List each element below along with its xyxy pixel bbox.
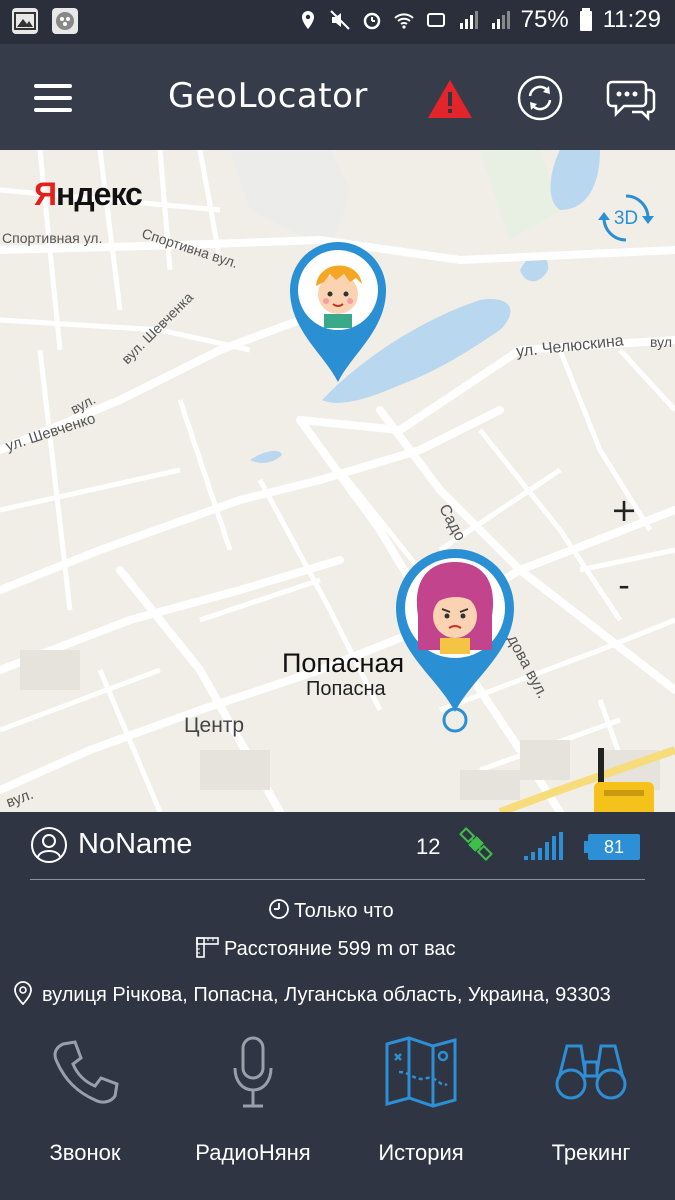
distance-text: Расстояние 599 m от вас — [224, 938, 456, 960]
town-label-ua: Попасна — [306, 678, 386, 700]
chat-icon[interactable] — [606, 74, 656, 122]
device-panel: NoName 12 81 Только что Расстояние 599 m… — [0, 812, 675, 1200]
battery-icon — [579, 8, 592, 31]
history-button[interactable]: История — [336, 1032, 506, 1182]
satellite-icon — [459, 827, 493, 861]
call-button[interactable]: Звонок — [0, 1032, 170, 1182]
street-label-sportivnaya: Спортивная ул. — [2, 230, 103, 246]
alert-icon[interactable] — [426, 78, 474, 120]
ruler-icon — [196, 937, 219, 958]
tracking-label: Трекинг — [551, 1140, 631, 1165]
binoculars-icon — [555, 1044, 627, 1100]
radio-nanny-label: РадиоНяня — [195, 1140, 311, 1165]
alarm-icon — [363, 12, 380, 30]
boy-avatar-pin[interactable] — [284, 234, 392, 384]
zoom-controls: + - — [592, 472, 656, 622]
last-seen-row: Только что — [268, 898, 394, 923]
zoom-out-button[interactable]: - — [592, 547, 656, 622]
status-bar: 75% 11:29 — [0, 0, 675, 44]
battery-level: 81 — [588, 834, 640, 860]
app-bar: GeoLocator — [0, 44, 675, 150]
girl-avatar-pin[interactable] — [392, 546, 518, 734]
phone-icon — [53, 1040, 119, 1104]
address-row: вулиця Річкова, Попасна, Луганська облас… — [12, 980, 611, 1007]
call-label: Звонок — [49, 1140, 121, 1165]
mute-icon — [329, 10, 350, 30]
history-label: История — [378, 1140, 464, 1165]
clock-icon — [269, 899, 289, 919]
radio-nanny-button[interactable]: РадиоНяня — [168, 1032, 338, 1182]
district-label: Центр — [184, 714, 245, 737]
yandex-logo-rest: ндекс — [56, 176, 143, 212]
divider — [30, 879, 645, 880]
map-history-icon — [385, 1036, 457, 1108]
app-title: GeoLocator — [168, 76, 368, 116]
town-label: Попасная — [282, 648, 405, 678]
gallery-notification-icon — [12, 8, 38, 34]
signal-bars-2-icon — [491, 11, 510, 29]
yandex-logo-letter: Я — [34, 176, 57, 212]
menu-icon[interactable] — [34, 84, 72, 112]
battery-percent: 75% — [520, 6, 569, 33]
wifi-icon — [393, 13, 414, 29]
app-notification-icon — [52, 8, 78, 34]
address-text: вулиця Річкова, Попасна, Луганська облас… — [42, 984, 611, 1006]
microphone-icon — [233, 1036, 273, 1108]
device-name[interactable]: NoName — [78, 828, 192, 861]
3d-label: 3D — [614, 208, 638, 229]
street-label-chelyuskina-suffix: вул — [650, 334, 672, 350]
location-pin-icon — [14, 981, 32, 1006]
distance-row: Расстояние 599 m от вас — [196, 936, 456, 961]
satellite-count: 12 — [416, 834, 441, 859]
last-seen-text: Только что — [294, 900, 394, 922]
clock: 11:29 — [602, 6, 661, 33]
device-header: NoName 12 81 — [28, 824, 648, 868]
gsm-signal-icon — [524, 832, 563, 860]
tracking-button[interactable]: Трекинг — [506, 1032, 675, 1182]
map-view[interactable]: Яндекс /* logo text bound below via spli… — [0, 150, 675, 812]
refresh-icon[interactable] — [516, 74, 564, 122]
user-icon — [31, 827, 67, 863]
signal-bars-icon — [459, 11, 478, 29]
action-bar: Звонок РадиоНяня История Трекинг — [0, 1032, 675, 1182]
location-status-icon — [301, 11, 314, 29]
hd-voice-icon — [426, 13, 445, 27]
zoom-in-button[interactable]: + — [592, 472, 656, 547]
yandex-logo: Яндекс — [34, 176, 143, 213]
device-battery: 81 — [584, 832, 642, 862]
walkie-talkie-icon[interactable] — [590, 744, 660, 812]
3d-toggle-button[interactable]: 3D — [598, 190, 654, 246]
